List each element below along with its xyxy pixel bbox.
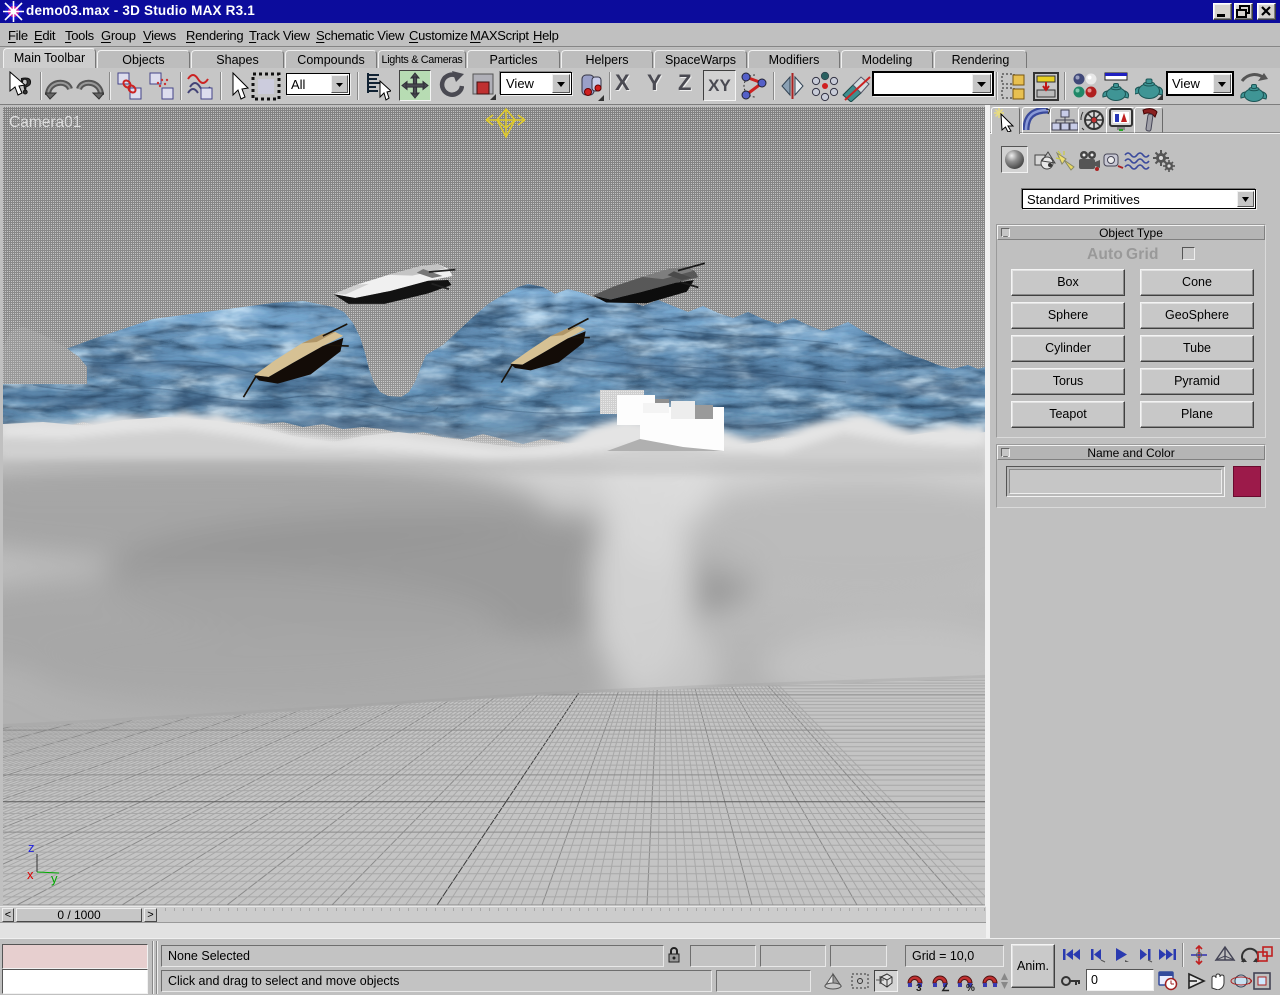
svg-text:Camera01: Camera01 <box>9 114 81 131</box>
svg-text:3: 3 <box>916 983 922 992</box>
svg-text:?: ? <box>20 74 32 100</box>
svg-text:y: y <box>51 871 58 886</box>
svg-text:z: z <box>28 840 35 855</box>
svg-text:∠: ∠ <box>941 983 950 992</box>
svg-text:%: % <box>966 983 975 992</box>
svg-text:x: x <box>27 867 34 882</box>
